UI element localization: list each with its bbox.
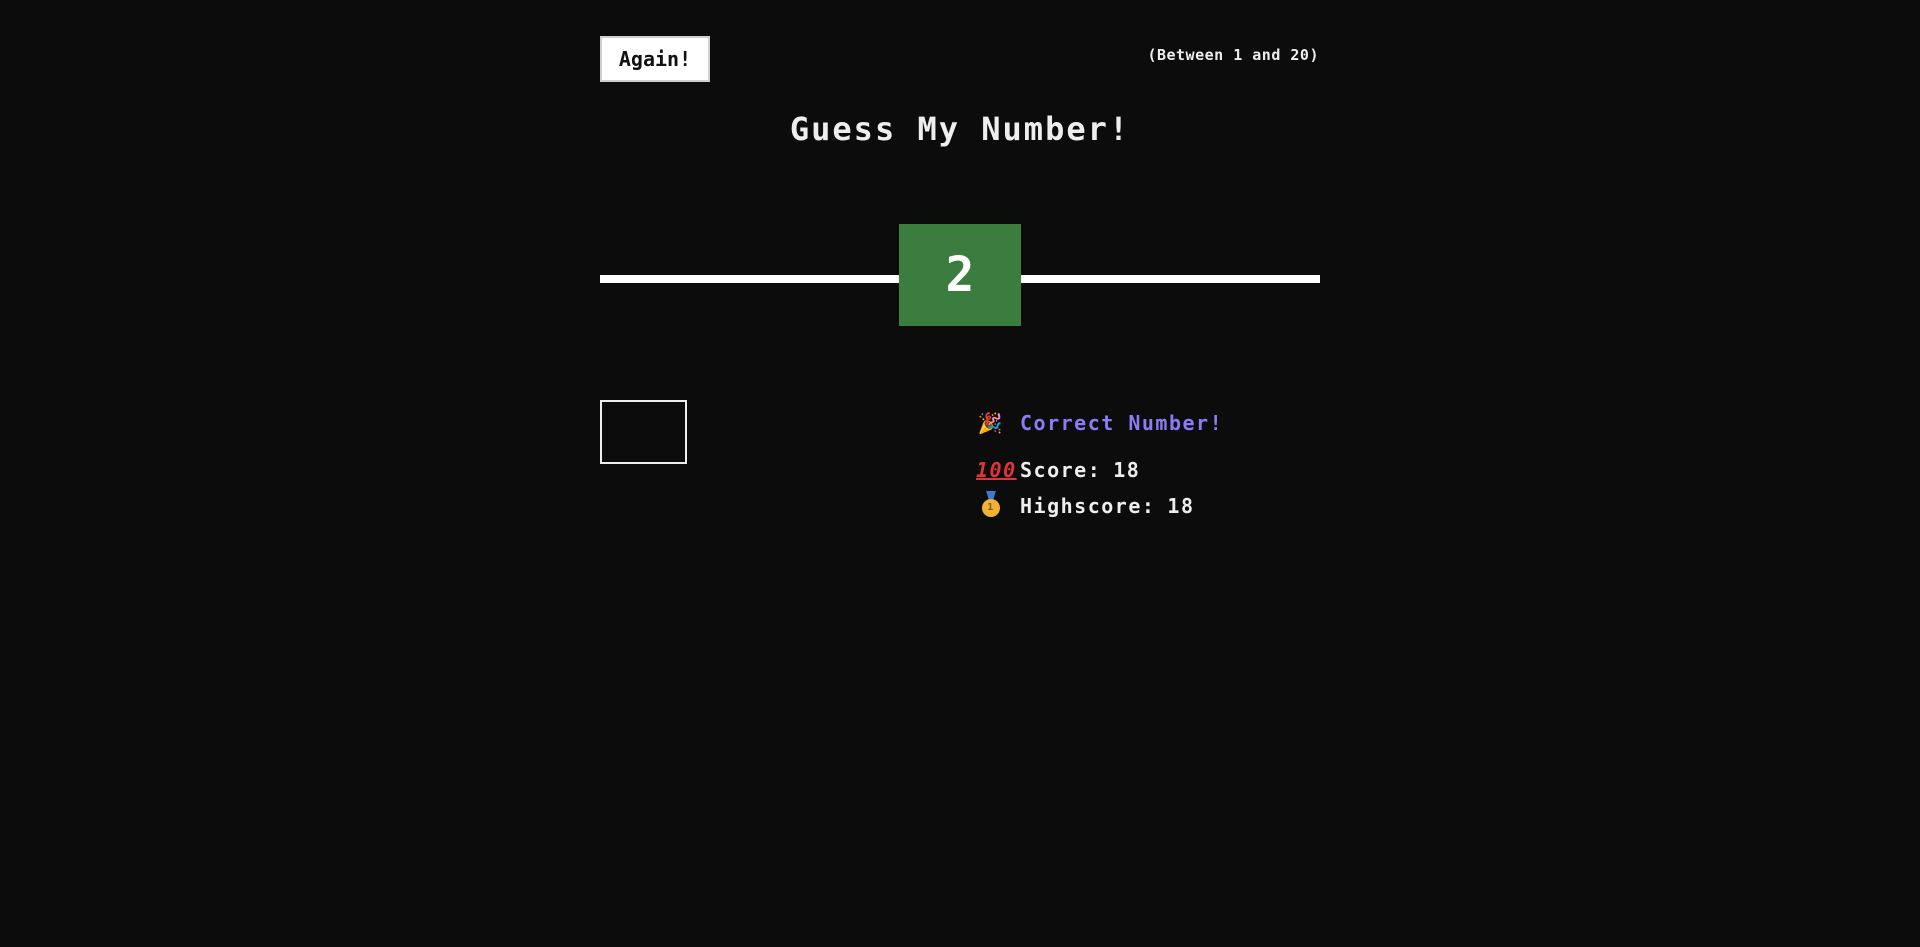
message-text: Correct Number! xyxy=(1020,411,1224,435)
party-popper-icon: 🎉 xyxy=(977,411,1005,435)
message-row: 🎉 Correct Number! xyxy=(976,408,1320,438)
score-label: Score: xyxy=(1020,458,1102,482)
stats-panel: 🎉 Correct Number! 100 Score: 18 1 Highsc… xyxy=(976,408,1320,521)
again-button[interactable]: Again! xyxy=(600,36,710,82)
secret-number-box: 2 xyxy=(899,224,1021,326)
range-hint: (Between 1 and 20) xyxy=(1147,46,1319,64)
highscore-row: 1 Highscore: 18 xyxy=(976,490,1320,521)
page-title: Guess My Number! xyxy=(789,110,1131,148)
highscore-label: Highscore: xyxy=(1020,494,1156,518)
score-row: 100 Score: 18 xyxy=(976,455,1320,485)
highscore-value: 18 xyxy=(1167,494,1195,518)
score-value: 18 xyxy=(1113,458,1141,482)
hundred-points-icon: 100 xyxy=(976,458,1017,482)
guess-input[interactable] xyxy=(600,400,687,464)
medal-icon: 1 xyxy=(980,490,1002,517)
game-screen: Again! (Between 1 and 20) Guess My Numbe… xyxy=(0,0,1920,947)
